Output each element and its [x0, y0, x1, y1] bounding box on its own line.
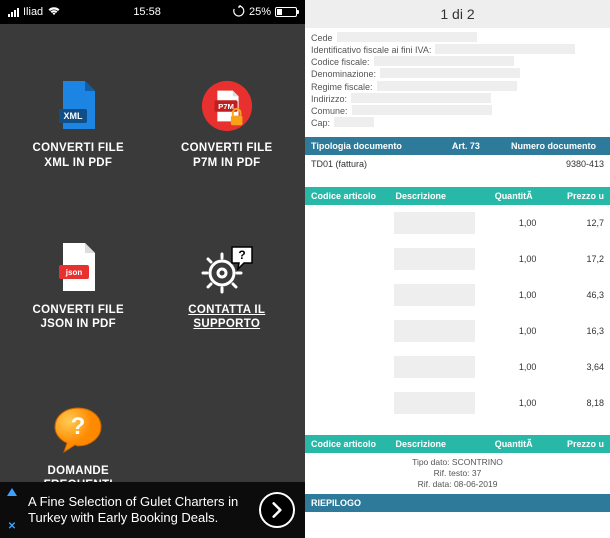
- signal-icon: [8, 8, 19, 17]
- tile-label: CONTATTA ILSUPPORTO: [188, 303, 265, 332]
- status-bar: Iliad 15:58 25%: [0, 0, 305, 24]
- clock-label: 15:58: [133, 6, 161, 18]
- adchoices-icon[interactable]: ✕: [4, 486, 20, 534]
- sync-icon: [233, 5, 245, 20]
- item-row: 1,0017,2: [305, 241, 610, 277]
- carrier-label: Iliad: [23, 6, 43, 18]
- support-gear-icon: ?: [200, 241, 254, 295]
- json-file-icon: json: [51, 241, 105, 295]
- items-header-bar: Codice articolo Descrizione QuantitÃ Pre…: [305, 187, 610, 205]
- footer-info: Tipo dato: SCONTRINO Rif. testo: 37 Rif.…: [305, 453, 610, 494]
- battery-icon: [275, 7, 297, 17]
- tile-p7m-to-pdf[interactable]: P7M CONVERTI FILEP7M IN PDF: [155, 44, 300, 205]
- tile-label: CONVERTI FILEJSON IN PDF: [33, 303, 124, 332]
- items-list: 1,0012,7 1,0017,2 1,0046,3 1,0016,3 1,00…: [305, 205, 610, 421]
- svg-text:P7M: P7M: [218, 102, 234, 111]
- tile-xml-to-pdf[interactable]: XML CONVERTI FILEXML IN PDF: [6, 44, 151, 205]
- metadata-block: Cede Identificativo fiscale ai fini IVA:…: [305, 28, 610, 137]
- item-row: 1,0046,3: [305, 277, 610, 313]
- ad-text: A Fine Selection of Gulet Charters in Tu…: [20, 494, 259, 527]
- p7m-file-icon: P7M: [200, 79, 254, 133]
- xml-file-icon: XML: [51, 79, 105, 133]
- page-indicator: 1 di 2: [305, 0, 610, 28]
- app-screen: Iliad 15:58 25% XML CONVERTI FILEXML IN …: [0, 0, 305, 538]
- tile-contact-support[interactable]: ? CONTATTA ILSUPPORTO: [155, 205, 300, 366]
- battery-pct-label: 25%: [249, 6, 271, 18]
- riepilogo-bar: RIEPILOGO: [305, 494, 610, 512]
- item-row: 1,0012,7: [305, 205, 610, 241]
- svg-text:?: ?: [238, 248, 245, 262]
- item-row: 1,0016,3: [305, 313, 610, 349]
- items-header-bar-2: Codice articolo Descrizione QuantitÃ Pre…: [305, 435, 610, 453]
- ad-banner[interactable]: ✕ A Fine Selection of Gulet Charters in …: [0, 482, 305, 538]
- ad-arrow-icon[interactable]: [259, 492, 295, 528]
- faq-bubble-icon: ?: [51, 402, 105, 456]
- item-row: 1,003,64: [305, 349, 610, 385]
- svg-text:XML: XML: [64, 111, 84, 121]
- svg-text:?: ?: [71, 413, 86, 440]
- doc-header-row: TD01 (fattura) 9380-413: [305, 155, 610, 173]
- tile-label: CONVERTI FILEP7M IN PDF: [181, 141, 272, 170]
- svg-text:json: json: [65, 268, 83, 277]
- tile-json-to-pdf[interactable]: json CONVERTI FILEJSON IN PDF: [6, 205, 151, 366]
- document-preview[interactable]: 1 di 2 Cede Identificativo fiscale ai fi…: [305, 0, 610, 538]
- item-row: 1,008,18: [305, 385, 610, 421]
- wifi-icon: [47, 6, 61, 19]
- doc-header-bar: Tipologia documento Art. 73 Numero docum…: [305, 137, 610, 155]
- tile-label: CONVERTI FILEXML IN PDF: [33, 141, 124, 170]
